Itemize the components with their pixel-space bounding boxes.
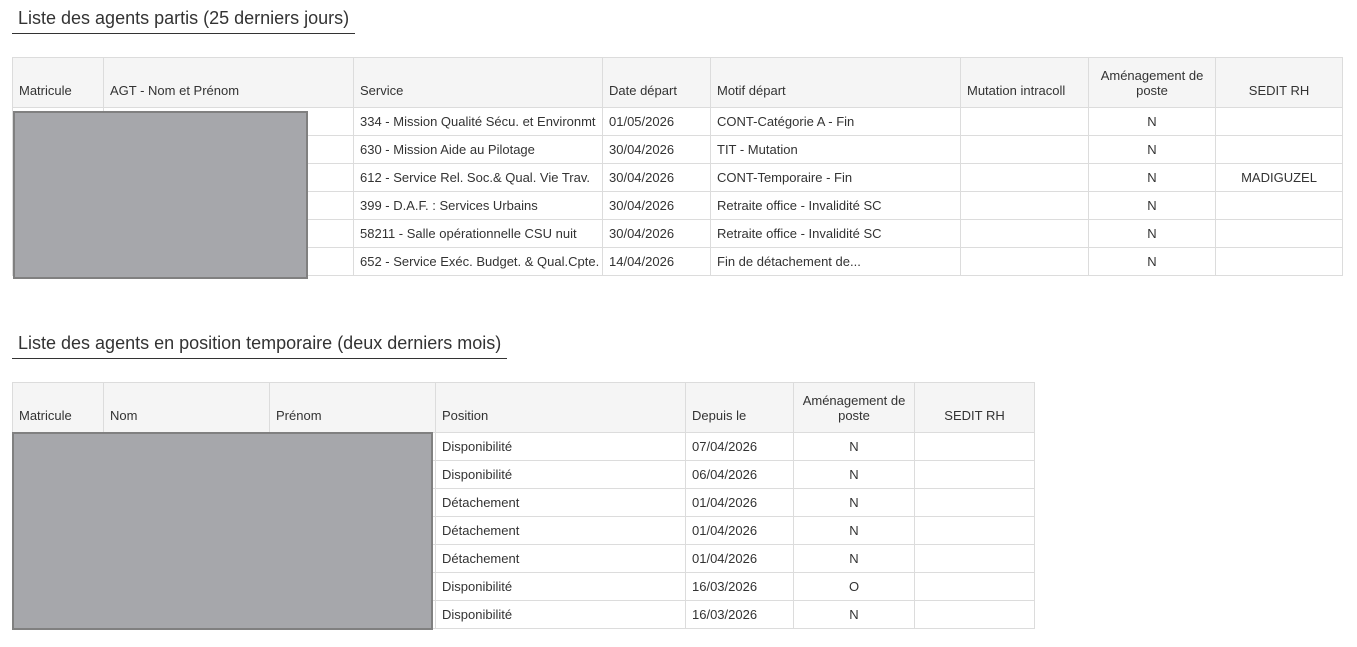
column-header-departure-reason[interactable]: Motif départ	[710, 57, 961, 108]
sedit-cell	[914, 432, 1035, 461]
amenagement-cell: N	[793, 460, 915, 489]
service-cell: 334 - Mission Qualité Sécu. et Environmt	[353, 107, 603, 136]
departure-reason-cell: Fin de détachement de...	[710, 247, 961, 276]
column-header-depuis[interactable]: Depuis le	[685, 382, 794, 433]
amenagement-cell: N	[793, 432, 915, 461]
amenagement-cell: N	[793, 516, 915, 545]
departure-reason-cell: Retraite office - Invalidité SC	[710, 219, 961, 248]
departure-date-cell: 30/04/2026	[602, 135, 711, 164]
sedit-cell	[914, 488, 1035, 517]
position-cell: Détachement	[435, 544, 686, 573]
depuis-cell: 01/04/2026	[685, 516, 794, 545]
position-cell: Disponibilité	[435, 600, 686, 629]
departure-reason-cell: CONT-Temporaire - Fin	[710, 163, 961, 192]
mutation-cell	[960, 247, 1089, 276]
sedit-cell	[1215, 107, 1343, 136]
column-header-departure-date[interactable]: Date départ	[602, 57, 711, 108]
sedit-cell	[914, 516, 1035, 545]
position-cell: Disponibilité	[435, 460, 686, 489]
position-cell: Disponibilité	[435, 432, 686, 461]
column-header-amenagement[interactable]: Aménagement de poste	[793, 382, 915, 433]
sedit-cell	[1215, 247, 1343, 276]
column-header-sedit[interactable]: SEDIT RH	[914, 382, 1035, 433]
sedit-cell	[914, 460, 1035, 489]
departure-date-cell: 30/04/2026	[602, 219, 711, 248]
column-header-matricule[interactable]: Matricule	[12, 57, 104, 108]
mutation-cell	[960, 135, 1089, 164]
table-header-row: Matricule Nom Prénom Position Depuis le …	[12, 382, 1035, 433]
departure-reason-cell: CONT-Catégorie A - Fin	[710, 107, 961, 136]
column-header-position[interactable]: Position	[435, 382, 686, 433]
redacted-block	[12, 432, 433, 630]
departure-date-cell: 14/04/2026	[602, 247, 711, 276]
sedit-cell	[1215, 135, 1343, 164]
service-cell: 612 - Service Rel. Soc.& Qual. Vie Trav.	[353, 163, 603, 192]
service-cell: 652 - Service Exéc. Budget. & Qual.Cpte.	[353, 247, 603, 276]
amenagement-cell: N	[1088, 191, 1216, 220]
depuis-cell: 01/04/2026	[685, 488, 794, 517]
column-header-prenom[interactable]: Prénom	[269, 382, 436, 433]
service-cell: 58211 - Salle opérationnelle CSU nuit	[353, 219, 603, 248]
service-cell: 399 - D.A.F. : Services Urbains	[353, 191, 603, 220]
amenagement-cell: N	[1088, 163, 1216, 192]
departure-date-cell: 30/04/2026	[602, 163, 711, 192]
amenagement-cell: N	[793, 600, 915, 629]
depuis-cell: 16/03/2026	[685, 572, 794, 601]
depuis-cell: 06/04/2026	[685, 460, 794, 489]
depuis-cell: 01/04/2026	[685, 544, 794, 573]
departure-date-cell: 30/04/2026	[602, 191, 711, 220]
departure-reason-cell: TIT - Mutation	[710, 135, 961, 164]
position-cell: Détachement	[435, 516, 686, 545]
column-header-agent-name[interactable]: AGT - Nom et Prénom	[103, 57, 354, 108]
mutation-cell	[960, 163, 1089, 192]
temporary-agents-title: Liste des agents en position temporaire …	[12, 333, 508, 359]
column-header-sedit[interactable]: SEDIT RH	[1215, 57, 1343, 108]
depuis-cell: 16/03/2026	[685, 600, 794, 629]
mutation-cell	[960, 107, 1089, 136]
column-header-matricule[interactable]: Matricule	[12, 382, 104, 433]
amenagement-cell: N	[1088, 135, 1216, 164]
column-header-amenagement[interactable]: Aménagement de poste	[1088, 57, 1216, 108]
sedit-cell	[1215, 219, 1343, 248]
departure-reason-cell: Retraite office - Invalidité SC	[710, 191, 961, 220]
sedit-cell	[914, 544, 1035, 573]
amenagement-cell: N	[793, 544, 915, 573]
sedit-cell	[1215, 191, 1343, 220]
depuis-cell: 07/04/2026	[685, 432, 794, 461]
position-cell: Détachement	[435, 488, 686, 517]
sedit-cell: MADIGUZEL	[1215, 163, 1343, 192]
amenagement-cell: N	[793, 488, 915, 517]
amenagement-cell: N	[1088, 107, 1216, 136]
column-header-mutation[interactable]: Mutation intracoll	[960, 57, 1089, 108]
sedit-cell	[914, 600, 1035, 629]
departure-date-cell: 01/05/2026	[602, 107, 711, 136]
service-cell: 630 - Mission Aide au Pilotage	[353, 135, 603, 164]
column-header-service[interactable]: Service	[353, 57, 603, 108]
mutation-cell	[960, 219, 1089, 248]
departed-agents-title: Liste des agents partis (25 derniers jou…	[12, 8, 356, 34]
amenagement-cell: O	[793, 572, 915, 601]
table-header-row: Matricule AGT - Nom et Prénom Service Da…	[12, 57, 1343, 108]
amenagement-cell: N	[1088, 219, 1216, 248]
position-cell: Disponibilité	[435, 572, 686, 601]
redacted-block	[13, 111, 308, 279]
sedit-cell	[914, 572, 1035, 601]
mutation-cell	[960, 191, 1089, 220]
column-header-nom[interactable]: Nom	[103, 382, 270, 433]
amenagement-cell: N	[1088, 247, 1216, 276]
